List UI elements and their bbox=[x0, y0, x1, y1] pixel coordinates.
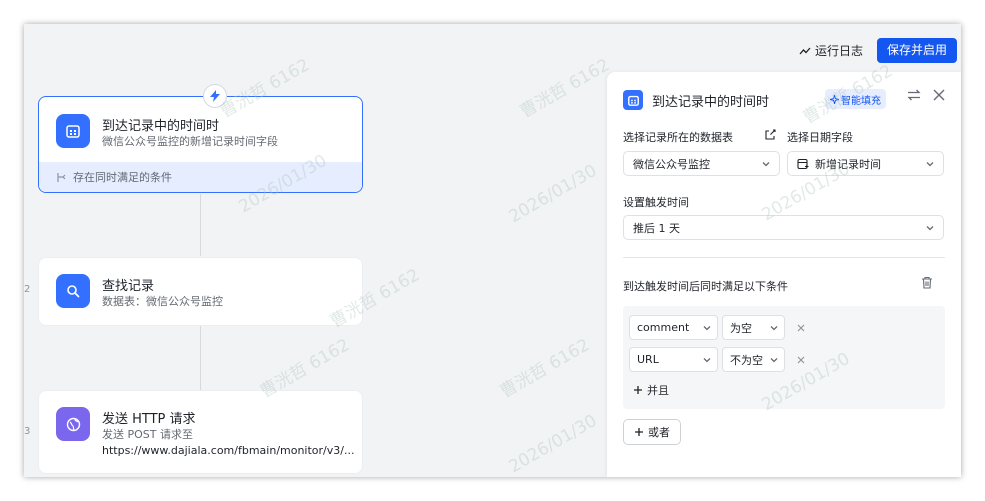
plus-icon bbox=[635, 428, 643, 436]
smart-fill-label: 智能填充 bbox=[841, 95, 881, 107]
condition-field-value: comment bbox=[637, 321, 690, 334]
globe-icon bbox=[56, 407, 90, 441]
chevron-down-icon bbox=[703, 358, 711, 363]
app-window: 2 3 到达记录中的时间时 微信公众号监控的新增记录时间字段 存在同时满足的条件… bbox=[24, 24, 961, 477]
condition-group: comment 为空 URL 不为空 并且 bbox=[623, 306, 945, 409]
http-request-node[interactable]: 发送 HTTP 请求 发送 POST 请求至 https://www.dajia… bbox=[38, 390, 363, 474]
table-select-label: 选择记录所在的数据表 bbox=[623, 131, 733, 144]
run-log-button[interactable]: 运行日志 bbox=[799, 42, 863, 59]
node-subtitle: 微信公众号监控的新增记录时间字段 bbox=[102, 135, 278, 148]
table-select[interactable]: 微信公众号监控 bbox=[623, 151, 780, 176]
trigger-time-select[interactable]: 推后 1 天 bbox=[623, 215, 944, 240]
add-and-condition-button[interactable]: 并且 bbox=[633, 382, 669, 398]
node-subtitle: 数据表：微信公众号监控 bbox=[102, 295, 223, 308]
chevron-down-icon bbox=[926, 162, 934, 167]
run-log-label: 运行日志 bbox=[814, 44, 863, 58]
condition-operator-value: 不为空 bbox=[730, 353, 763, 367]
panel-header: 到达记录中的时间时 智能填充 bbox=[623, 89, 945, 111]
branch-icon bbox=[57, 172, 66, 182]
condition-operator-select[interactable]: 为空 bbox=[722, 315, 785, 340]
remove-condition-icon[interactable] bbox=[795, 322, 807, 334]
step-number: 2 bbox=[24, 284, 31, 295]
smart-fill-button[interactable]: 智能填充 bbox=[825, 89, 886, 109]
trigger-time-value: 推后 1 天 bbox=[633, 221, 680, 235]
panel-title: 到达记录中的时间时 bbox=[652, 94, 770, 110]
condition-field-select[interactable]: comment bbox=[629, 315, 718, 340]
trigger-node[interactable]: 到达记录中的时间时 微信公众号监控的新增记录时间字段 存在同时满足的条件 bbox=[38, 84, 363, 193]
top-action-bar: 运行日志 保存并启用 bbox=[799, 38, 957, 63]
node-title: 发送 HTTP 请求 bbox=[102, 412, 196, 427]
trend-icon bbox=[799, 47, 811, 54]
search-icon bbox=[56, 274, 90, 308]
save-and-enable-button[interactable]: 保存并启用 bbox=[876, 38, 957, 63]
chevron-down-icon bbox=[770, 326, 778, 331]
calendar-icon bbox=[56, 114, 90, 148]
swap-icon[interactable] bbox=[907, 89, 921, 101]
find-records-node[interactable]: 查找记录 数据表：微信公众号监控 bbox=[38, 257, 363, 326]
trigger-config-panel: 到达记录中的时间时 智能填充 选择记录所在的数据表 选择日期字段 微信公众号监控… bbox=[607, 61, 961, 477]
panel-header-actions bbox=[907, 89, 945, 101]
connector-line bbox=[200, 326, 201, 390]
add-or-condition-button[interactable]: 或者 bbox=[623, 419, 681, 445]
node-footer-label: 存在同时满足的条件 bbox=[73, 171, 172, 184]
date-field-icon bbox=[797, 158, 809, 169]
watermark-text: 2026/01/30 bbox=[505, 410, 601, 477]
date-field-select[interactable]: 新增记录时间 bbox=[787, 151, 944, 176]
step-number: 3 bbox=[24, 426, 31, 437]
condition-field-value: URL bbox=[637, 353, 659, 366]
chevron-down-icon bbox=[926, 226, 934, 231]
and-label: 并且 bbox=[647, 384, 669, 397]
watermark-text: 2026/01/30 bbox=[505, 160, 601, 228]
table-select-value: 微信公众号监控 bbox=[633, 157, 710, 171]
watermark-text: 曹洸哲 6162 bbox=[496, 335, 594, 403]
sparkle-icon bbox=[830, 94, 839, 104]
chevron-down-icon bbox=[770, 358, 778, 363]
watermark-text: 曹洸哲 6162 bbox=[516, 55, 614, 123]
trash-icon[interactable] bbox=[921, 276, 933, 289]
conditions-label: 到达触发时间后同时满足以下条件 bbox=[623, 280, 788, 293]
date-field-label: 选择日期字段 bbox=[787, 131, 853, 144]
node-url: https://www.dajiala.com/fbmain/monitor/v… bbox=[102, 444, 355, 457]
section-divider bbox=[623, 257, 945, 258]
external-link-icon[interactable] bbox=[765, 129, 776, 140]
node-subtitle: 发送 POST 请求至 bbox=[102, 428, 193, 441]
plus-icon bbox=[634, 386, 642, 394]
condition-operator-select[interactable]: 不为空 bbox=[722, 347, 785, 372]
condition-operator-value: 为空 bbox=[730, 321, 752, 335]
connector-line bbox=[200, 194, 201, 256]
node-title: 到达记录中的时间时 bbox=[102, 119, 220, 134]
condition-field-select[interactable]: URL bbox=[629, 347, 718, 372]
chevron-down-icon bbox=[762, 162, 770, 167]
date-field-value: 新增记录时间 bbox=[815, 157, 881, 171]
calendar-icon bbox=[623, 90, 643, 110]
trigger-time-label: 设置触发时间 bbox=[623, 196, 689, 209]
chevron-down-icon bbox=[703, 326, 711, 331]
close-icon[interactable] bbox=[933, 89, 945, 101]
node-title: 查找记录 bbox=[102, 279, 155, 294]
lightning-icon bbox=[203, 84, 227, 108]
or-label: 或者 bbox=[648, 426, 670, 439]
node-condition-footer[interactable]: 存在同时满足的条件 bbox=[39, 162, 362, 192]
remove-condition-icon[interactable] bbox=[795, 354, 807, 366]
